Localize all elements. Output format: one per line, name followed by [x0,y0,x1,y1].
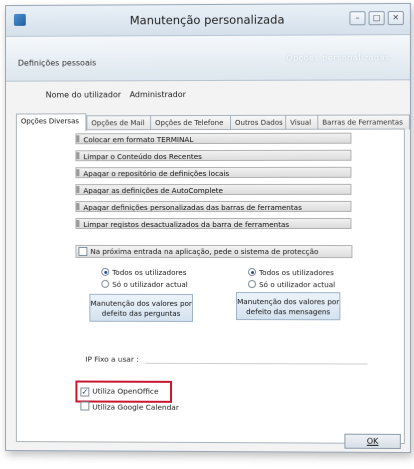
left-radio-current-label: Só o utilizador actual [112,279,188,289]
protection-label: Na próxima entrada na aplicação, pede o … [90,246,319,257]
tab-outros-dados[interactable]: Outros Dados [230,114,287,130]
minimize-button[interactable]: – [349,11,366,26]
google-calendar-option[interactable]: Utiliza Google Calendar [80,401,179,412]
action-delete-local-repo-button[interactable]: Apagar o repositório de definições locai… [75,166,352,179]
header-ghost-text: Opções personalizadas [286,53,390,63]
tab-opcoes-telefone[interactable]: Opções de Telefone [150,114,233,131]
left-radio-all[interactable]: Todos os utilizadores [101,267,187,277]
google-calendar-label: Utiliza Google Calendar [92,402,179,412]
questions-defaults-button[interactable]: Manutenção dos valores por defeito das p… [89,293,194,322]
right-radio-all[interactable]: Todos os utilizadores [248,268,334,277]
action-clear-recent-button[interactable]: Limpar o Conteúdo dos Recentes [75,149,352,162]
right-radio-current[interactable]: Só o utilizador actual [248,280,335,289]
user-label: Nome do utilizador [45,90,122,100]
close-button[interactable]: ✕ [387,11,404,26]
maximize-button[interactable]: □ [368,11,385,26]
radio-icon [248,280,257,289]
google-calendar-checkbox[interactable] [80,401,90,411]
protection-checkbox[interactable] [78,246,88,256]
radio-icon [248,268,257,277]
user-row: Nome do utilizador Administrador [46,90,186,99]
tab-opcoes-mail[interactable]: Opções de Mail [86,115,153,131]
messages-defaults-button[interactable]: Manutenção dos valores por defeito das m… [236,292,341,321]
tab-visual[interactable]: Visual [285,114,320,130]
action-terminal-format-button[interactable]: Colocar em formato TERMINAL [75,132,352,145]
action-delete-toolbar-settings-button[interactable]: Apagar definições personalizadas das bar… [75,200,352,213]
left-radio-all-label: Todos os utilizadores [112,267,187,277]
action-clean-toolbar-records-button[interactable]: Limpar registos desactualizados da barra… [75,217,352,230]
right-radio-all-label: Todos os utilizadores [259,268,334,278]
tab-barras-ferramentas[interactable]: Barras de Ferramentas [317,114,410,130]
radio-icon [101,279,110,288]
settings-window: Manutenção personalizada – □ ✕ Definiçõe… [4,2,411,454]
radio-icon [101,267,110,276]
header-label: Definições pessoais [17,58,97,68]
tab-opcoes-diversas[interactable]: Opções Diversas [15,113,87,132]
user-value: Administrador [129,90,186,100]
ip-label: IP Fixo a usar : [85,354,139,364]
action-delete-autocomplete-button[interactable]: Apagar as definições de AutoComplete [75,183,352,196]
openoffice-highlight [75,380,173,403]
right-radio-current-label: Só o utilizador actual [259,280,336,290]
header-band: Definições pessoais Opções personalizada… [5,35,410,82]
ok-button[interactable]: OK [344,433,401,449]
left-radio-current[interactable]: Só o utilizador actual [101,279,188,289]
title-bar[interactable]: Manutenção personalizada – □ ✕ [5,3,410,37]
protection-option[interactable]: Na próxima entrada na aplicação, pede o … [75,244,353,259]
